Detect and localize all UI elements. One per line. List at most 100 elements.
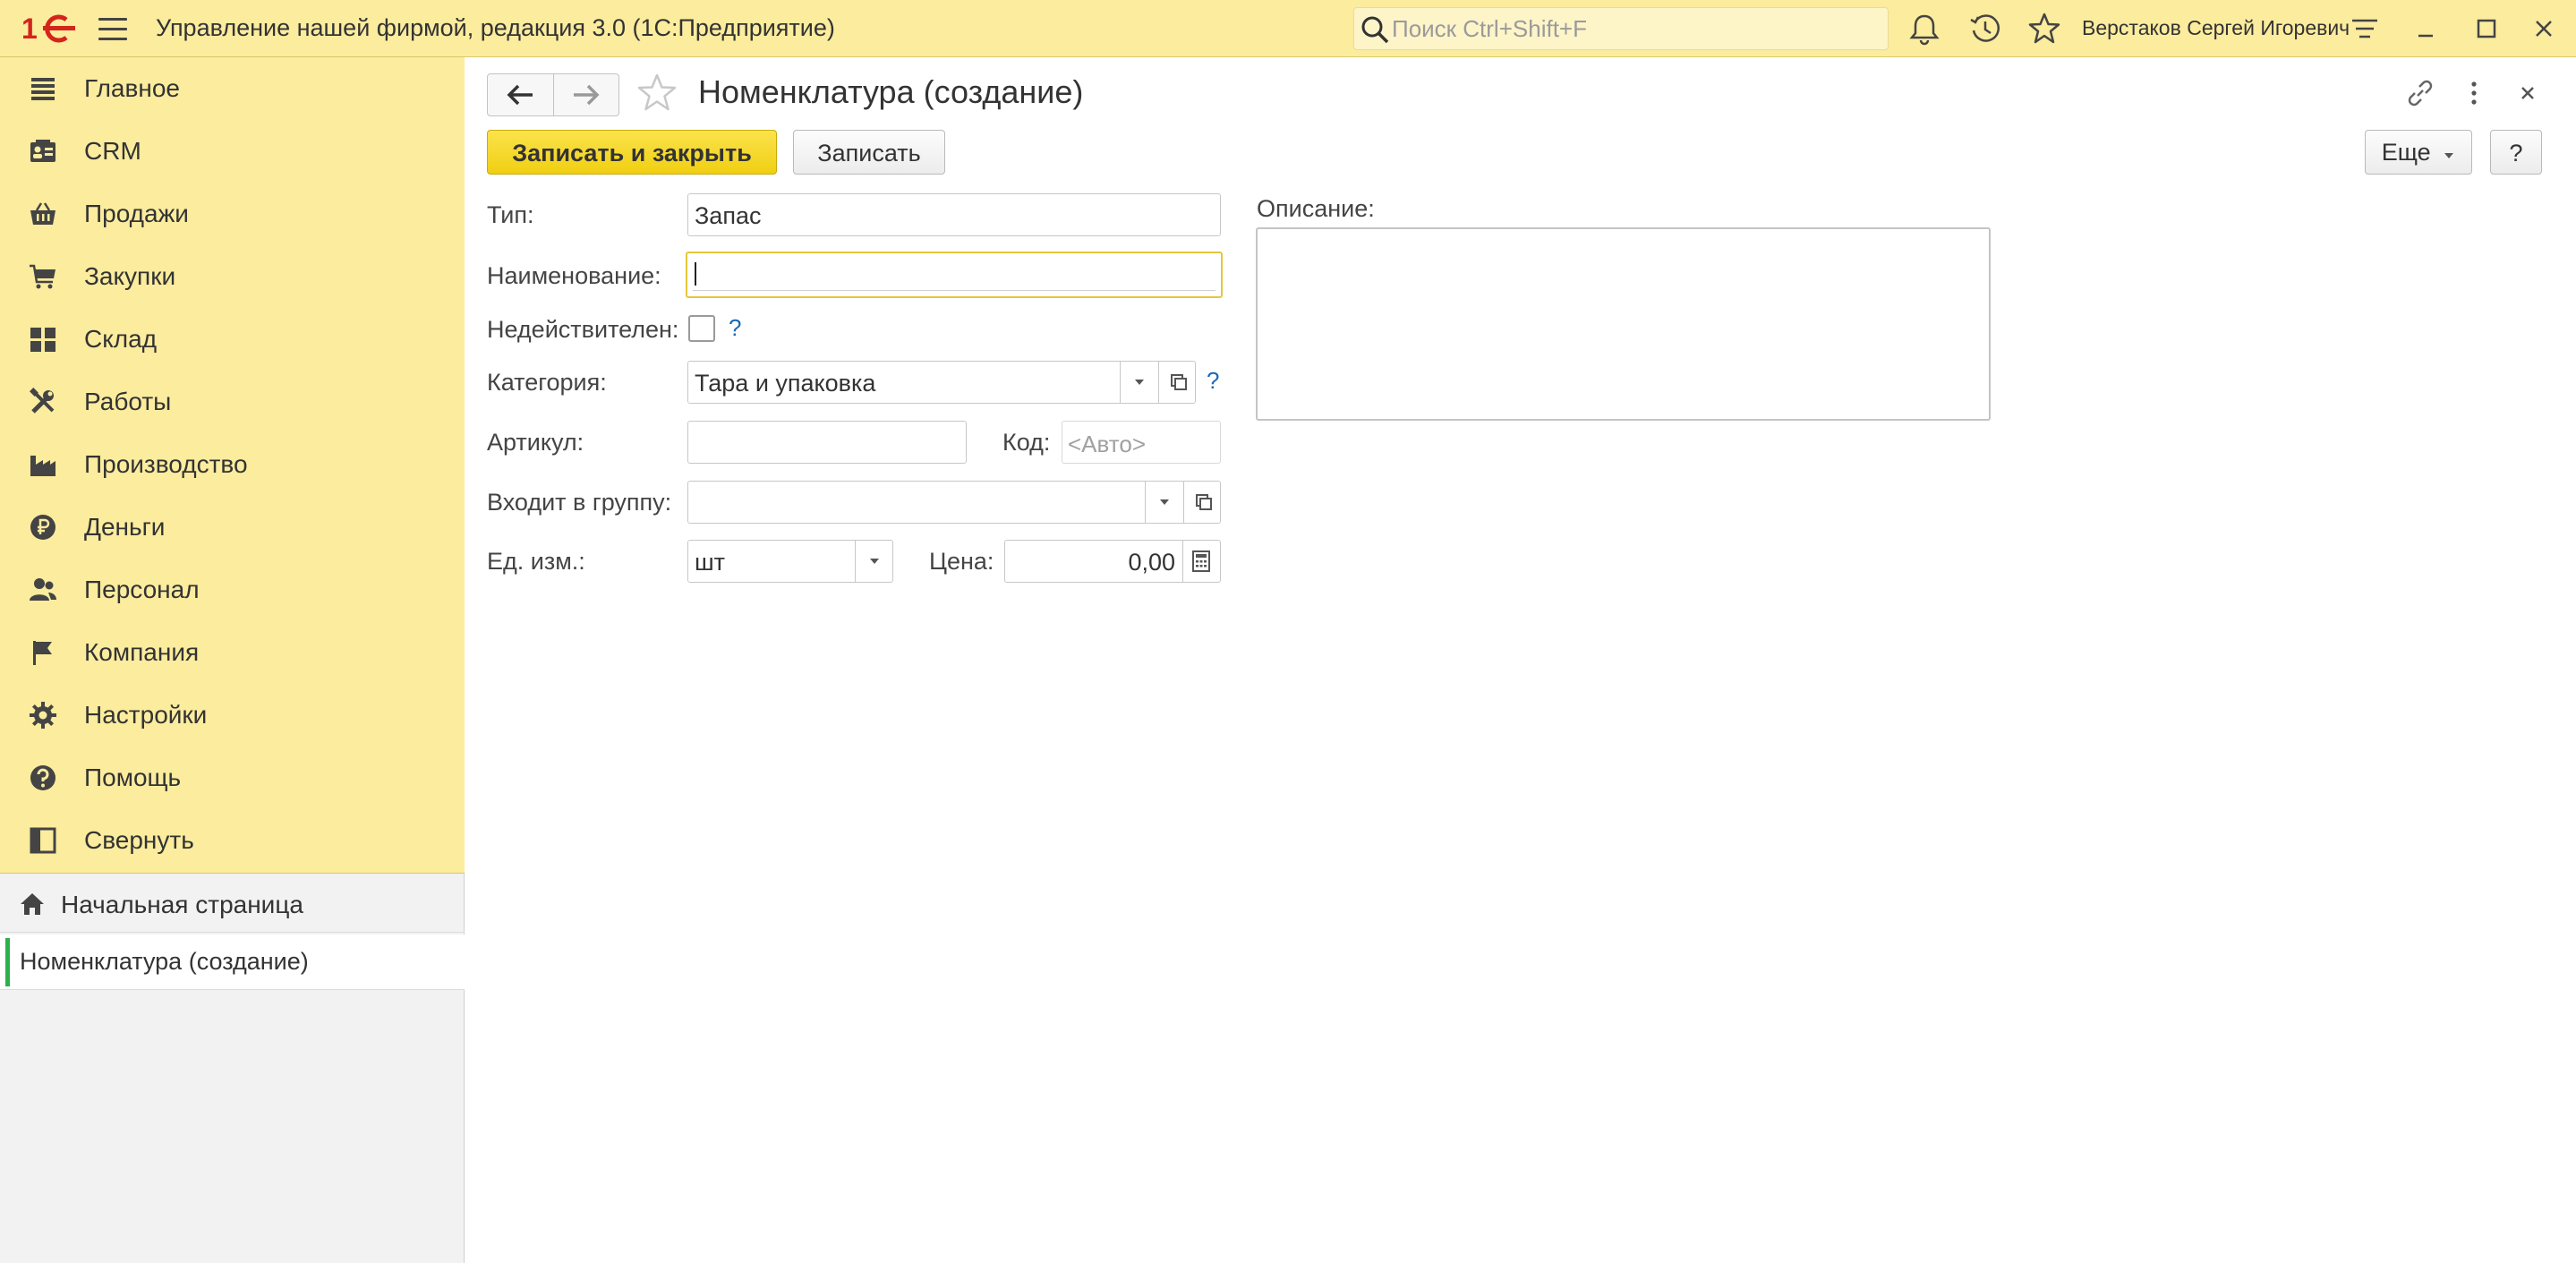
main-menu-icon[interactable] (98, 18, 127, 41)
search-input[interactable] (1390, 12, 1873, 46)
category-help-link[interactable]: ? (1207, 367, 1219, 395)
active-window-marker (5, 938, 10, 986)
home-page-link[interactable]: Начальная страница (0, 875, 465, 933)
more-button[interactable]: Еще (2365, 130, 2472, 175)
basket-icon (30, 202, 55, 225)
type-label: Тип: (487, 201, 534, 228)
section-label: Компания (84, 638, 200, 666)
section-purchases[interactable]: Закупки (0, 245, 465, 308)
arrow-left-icon (507, 84, 533, 106)
section-label: Деньги (84, 513, 166, 541)
section-works[interactable]: Работы (0, 371, 465, 433)
group-open-button[interactable] (1184, 482, 1220, 523)
unit-value: шт (695, 549, 726, 576)
section-label: Продажи (84, 200, 189, 227)
category-dropdown-button[interactable] (1121, 362, 1158, 403)
group-dropdown-button[interactable] (1146, 482, 1183, 523)
star-favorites-icon[interactable] (2026, 11, 2062, 47)
section-production[interactable]: Производство (0, 433, 465, 496)
section-warehouse[interactable]: Склад (0, 308, 465, 371)
arrow-right-icon (574, 84, 600, 106)
text-caret (695, 262, 696, 286)
invalid-label: Недействителен: (487, 316, 679, 343)
tools-icon (30, 388, 55, 414)
section-main[interactable]: Главное (0, 57, 465, 120)
history-navigation (487, 73, 619, 116)
price-field[interactable]: 0,00 (1004, 540, 1221, 583)
open-window-icon (1171, 374, 1187, 390)
help-button[interactable]: ? (2490, 130, 2542, 175)
group-field[interactable] (687, 481, 1221, 524)
description-textarea[interactable] (1256, 227, 1991, 421)
price-label: Цена: (929, 548, 994, 575)
bell-icon[interactable] (1906, 11, 1942, 47)
svg-text:1: 1 (21, 13, 38, 45)
back-button[interactable] (488, 74, 553, 115)
section-help[interactable]: Помощь (0, 747, 465, 809)
settings-menu-icon[interactable] (2347, 11, 2383, 47)
close-form-icon[interactable] (2510, 75, 2546, 111)
people-icon (30, 578, 56, 601)
app-title: Управление нашей фирмой, редакция 3.0 (1… (156, 14, 835, 41)
user-name[interactable]: Верстаков Сергей Игоревич (2082, 16, 2350, 40)
section-collapse[interactable]: Свернуть (0, 809, 465, 872)
search-icon (1361, 16, 1389, 44)
section-company[interactable]: Компания (0, 621, 465, 684)
save-and-close-button[interactable]: Записать и закрыть (487, 130, 777, 175)
sidebar: Главное CRM Продажи Закупки Склад Работы… (0, 57, 465, 1263)
invalid-checkbox[interactable] (688, 315, 715, 342)
calculator-icon (1192, 550, 1210, 572)
section-label: Закупки (84, 262, 176, 290)
section-label: Производство (84, 450, 248, 478)
section-sales[interactable]: Продажи (0, 183, 465, 245)
home-page-label: Начальная страница (61, 891, 303, 918)
form-title: Номенклатура (создание) (698, 73, 1084, 110)
type-value: Запас (695, 202, 762, 229)
more-button-label: Еще (2381, 139, 2431, 166)
open-window-item[interactable]: Номенклатура (создание) (0, 934, 465, 990)
question-circle-icon (30, 765, 55, 790)
section-crm[interactable]: CRM (0, 120, 465, 183)
factory-icon (30, 456, 55, 476)
maximize-icon[interactable] (2469, 11, 2504, 47)
chevron-down-icon (2444, 153, 2454, 158)
warehouse-grid-icon (30, 328, 55, 352)
menu-lines-icon (31, 78, 55, 100)
unit-label: Ед. изм.: (487, 548, 585, 575)
save-button[interactable]: Записать (793, 130, 945, 175)
ruble-coin-icon (30, 515, 55, 540)
category-value: Тара и упаковка (695, 370, 876, 397)
section-label: Персонал (84, 576, 200, 603)
code-placeholder: <Авто> (1068, 431, 1147, 457)
section-personnel[interactable]: Персонал (0, 559, 465, 621)
close-window-icon[interactable] (2526, 11, 2562, 47)
category-open-button[interactable] (1159, 362, 1195, 403)
code-field[interactable]: <Авто> (1062, 421, 1221, 464)
unit-dropdown-button[interactable] (856, 541, 893, 582)
flag-icon (33, 641, 52, 665)
section-settings[interactable]: Настройки (0, 684, 465, 747)
history-icon[interactable] (1967, 11, 2003, 47)
section-label: Свернуть (84, 826, 194, 854)
name-input[interactable] (686, 252, 1223, 298)
category-label: Категория: (487, 369, 607, 396)
category-field[interactable]: Тара и упаковка (687, 361, 1196, 404)
type-field[interactable]: Запас (687, 193, 1221, 236)
article-input[interactable] (687, 421, 967, 464)
search-box[interactable] (1353, 7, 1889, 50)
link-icon[interactable] (2402, 75, 2438, 111)
price-value: 0,00 (1128, 549, 1175, 576)
favorite-star-icon[interactable] (635, 72, 678, 115)
section-label: Помощь (84, 764, 182, 791)
unit-field[interactable]: шт (687, 540, 893, 583)
article-label: Артикул: (487, 429, 584, 456)
section-label: CRM (84, 137, 141, 165)
calculator-button[interactable] (1183, 541, 1219, 582)
open-window-label: Номенклатура (создание) (20, 948, 309, 975)
1c-logo-icon[interactable]: 1 (21, 13, 81, 45)
section-money[interactable]: Деньги (0, 496, 465, 559)
invalid-help-link[interactable]: ? (729, 314, 741, 342)
minimize-icon[interactable] (2408, 11, 2444, 47)
forward-button[interactable] (554, 74, 619, 115)
more-actions-icon[interactable] (2456, 75, 2492, 111)
